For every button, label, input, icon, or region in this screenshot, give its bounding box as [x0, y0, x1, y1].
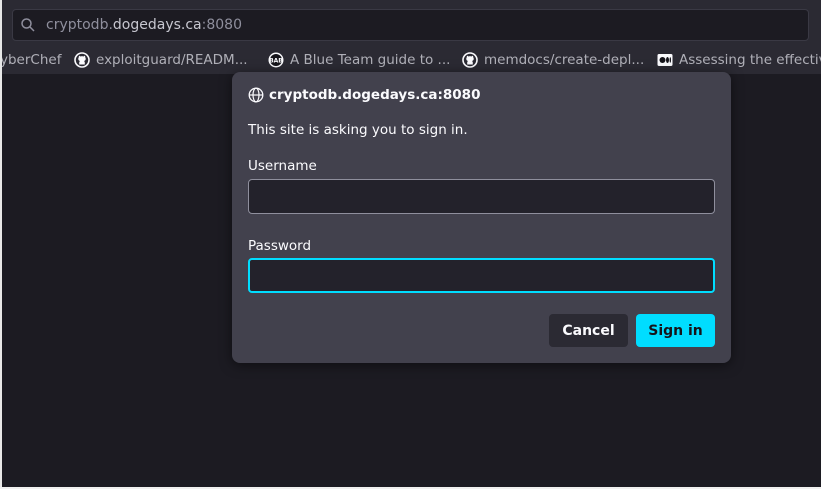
- url-bar[interactable]: cryptodb.dogedays.ca:8080: [12, 9, 809, 41]
- bookmark-blue-team-guide[interactable]: BAB A Blue Team guide to ...: [268, 51, 450, 69]
- bookmark-label: A Blue Team guide to ...: [290, 52, 451, 68]
- username-label: Username: [248, 158, 317, 174]
- bookmark-label: exploitguard/READM...: [96, 52, 248, 68]
- github-icon: [74, 52, 90, 68]
- url-text[interactable]: cryptodb.dogedays.ca:8080: [46, 17, 242, 33]
- auth-dialog: cryptodb.dogedays.ca:8080 This site is a…: [232, 72, 731, 363]
- password-label: Password: [248, 238, 312, 254]
- dialog-origin-text: cryptodb.dogedays.ca:8080: [269, 87, 481, 103]
- dialog-origin: cryptodb.dogedays.ca:8080: [248, 87, 480, 103]
- github-icon: [462, 52, 478, 68]
- svg-text:BAB: BAB: [269, 58, 283, 65]
- bookmarks-toolbar: yberChef exploitguard/READM... BAB A Blu…: [2, 46, 821, 74]
- url-port: :8080: [201, 17, 242, 33]
- bookmark-exploitguard[interactable]: exploitguard/READM...: [74, 51, 248, 69]
- medium-icon: [657, 54, 673, 66]
- globe-icon: [248, 87, 264, 103]
- url-subdomain: cryptodb.: [46, 17, 113, 33]
- bookmark-cyberchef[interactable]: yberChef: [2, 51, 61, 69]
- sign-in-button[interactable]: Sign in: [636, 314, 715, 347]
- dialog-message: This site is asking you to sign in.: [248, 122, 468, 138]
- search-icon: [21, 18, 35, 32]
- site-favicon-icon: BAB: [268, 52, 284, 68]
- browser-toolbar: cryptodb.dogedays.ca:8080: [2, 0, 821, 46]
- bookmark-memdocs[interactable]: memdocs/create-depl...: [462, 51, 644, 69]
- url-host: dogedays.ca: [112, 17, 202, 33]
- bookmark-label: yberChef: [2, 52, 62, 68]
- bookmark-label: Assessing the effectiv: [679, 52, 821, 68]
- cancel-button[interactable]: Cancel: [549, 314, 628, 347]
- bookmark-assessing[interactable]: Assessing the effectiv: [657, 51, 821, 69]
- bookmark-label: memdocs/create-depl...: [484, 52, 645, 68]
- username-field[interactable]: [248, 179, 715, 214]
- password-field[interactable]: [248, 258, 715, 293]
